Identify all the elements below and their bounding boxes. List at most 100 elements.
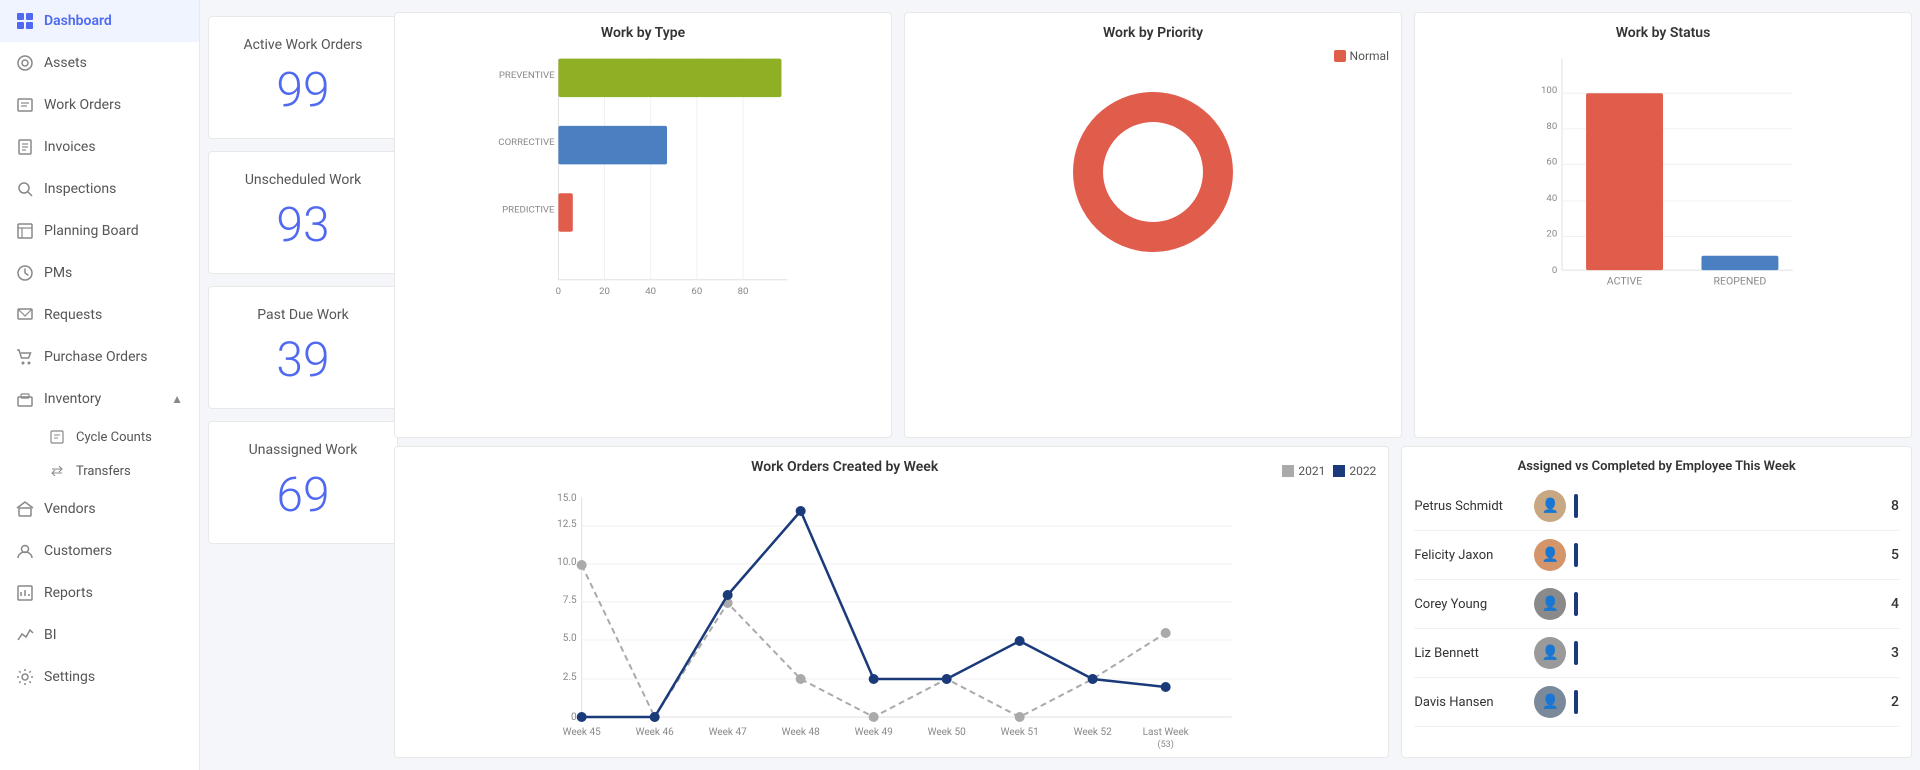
sidebar-item-transfers[interactable]: Transfers <box>32 454 199 488</box>
work-by-type-svg: PREVENTIVE CORRECTIVE PREDICTIVE 0 20 40… <box>407 49 879 299</box>
stat-card-unassigned[interactable]: Unassigned Work 69 <box>208 421 398 544</box>
chart-title-work-by-priority: Work by Priority <box>917 25 1389 41</box>
sidebar-label-invoices: Invoices <box>44 139 96 155</box>
chart-employee-assigned: Assigned vs Completed by Employee This W… <box>1401 446 1912 758</box>
stat-label-unscheduled: Unscheduled Work <box>229 172 377 188</box>
svg-text:PREDICTIVE: PREDICTIVE <box>502 204 555 215</box>
svg-text:60: 60 <box>691 286 702 297</box>
sidebar-item-dashboard[interactable]: Dashboard <box>0 0 199 42</box>
employee-avatar: 👤 <box>1534 539 1566 571</box>
stat-label-active: Active Work Orders <box>229 37 377 53</box>
svg-text:Week 46: Week 46 <box>636 727 674 738</box>
employee-count: 3 <box>1879 645 1899 661</box>
svg-text:100: 100 <box>1541 85 1557 96</box>
dot-2021-6 <box>1015 712 1025 722</box>
requests-icon <box>16 306 34 324</box>
vendors-icon <box>16 500 34 518</box>
sidebar-label-work-orders: Work Orders <box>44 97 121 113</box>
invoices-icon <box>16 138 34 156</box>
svg-text:Week 50: Week 50 <box>928 727 966 738</box>
sidebar-item-vendors[interactable]: Vendors <box>0 488 199 530</box>
svg-text:7.5: 7.5 <box>563 595 577 606</box>
inventory-icon <box>16 390 34 408</box>
sidebar-item-cycle-counts[interactable]: Cycle Counts <box>32 420 199 454</box>
employee-count: 5 <box>1879 547 1899 563</box>
svg-text:REOPENED: REOPENED <box>1713 275 1766 288</box>
svg-text:Week 45: Week 45 <box>563 727 601 738</box>
svg-text:40: 40 <box>645 286 656 297</box>
assets-icon <box>16 54 34 72</box>
sidebar-item-assets[interactable]: Assets <box>0 42 199 84</box>
employee-row: Corey Young 👤 4 <box>1414 580 1899 629</box>
stat-label-past-due: Past Due Work <box>229 307 377 323</box>
stat-value-active: 99 <box>229 61 377 118</box>
svg-text:Week 49: Week 49 <box>855 727 893 738</box>
dot-2022-6 <box>1015 636 1025 646</box>
dot-2022-8 <box>1161 682 1171 692</box>
sidebar-label-settings: Settings <box>44 669 95 685</box>
employee-row: Felicity Jaxon 👤 5 <box>1414 531 1899 580</box>
sidebar-label-dashboard: Dashboard <box>44 13 112 29</box>
employee-avatar: 👤 <box>1534 686 1566 718</box>
donut-chart-svg <box>1053 72 1253 272</box>
svg-text:PREVENTIVE: PREVENTIVE <box>499 70 555 81</box>
legend-2022-label: 2022 <box>1349 464 1376 478</box>
main-content: Active Work Orders 99 Unscheduled Work 9… <box>200 0 1920 770</box>
inventory-submenu: Cycle Counts Transfers <box>0 420 199 488</box>
stat-card-active-work-orders[interactable]: Active Work Orders 99 <box>208 16 398 139</box>
legend-2021: 2021 <box>1282 464 1325 478</box>
dot-2022-1 <box>650 712 660 722</box>
sidebar-item-customers[interactable]: Customers <box>0 530 199 572</box>
svg-text:Week 52: Week 52 <box>1074 727 1112 738</box>
inventory-collapse-icon: ▲ <box>171 392 183 406</box>
priority-legend-normal-label: Normal <box>1350 49 1389 63</box>
employee-list: Petrus Schmidt 👤 8 Felicity Jaxon 👤 5 Co… <box>1414 482 1899 727</box>
sidebar-item-work-orders[interactable]: Work Orders <box>0 84 199 126</box>
svg-text:ACTIVE: ACTIVE <box>1607 275 1642 288</box>
svg-text:5.0: 5.0 <box>563 633 577 644</box>
svg-text:80: 80 <box>1546 121 1557 132</box>
sidebar-label-inventory: Inventory <box>44 391 101 407</box>
employee-row: Liz Bennett 👤 3 <box>1414 629 1899 678</box>
employee-row: Petrus Schmidt 👤 8 <box>1414 482 1899 531</box>
sidebar-label-purchase-orders: Purchase Orders <box>44 349 147 365</box>
svg-text:12.5: 12.5 <box>557 519 577 530</box>
stat-card-unscheduled[interactable]: Unscheduled Work 93 <box>208 151 398 274</box>
svg-text:Week 51: Week 51 <box>1001 727 1039 738</box>
svg-text:15.0: 15.0 <box>557 493 577 504</box>
purchase-orders-icon <box>16 348 34 366</box>
svg-text:0: 0 <box>571 712 577 723</box>
sidebar-label-bi: BI <box>44 627 57 643</box>
svg-text:Last Week: Last Week <box>1143 727 1190 738</box>
employee-name: Davis Hansen <box>1414 695 1534 710</box>
sidebar-item-purchase-orders[interactable]: Purchase Orders <box>0 336 199 378</box>
sidebar-item-requests[interactable]: Requests <box>0 294 199 336</box>
svg-text:2.5: 2.5 <box>563 672 577 683</box>
dot-2021-4 <box>869 712 879 722</box>
inspections-icon <box>16 180 34 198</box>
svg-text:(53): (53) <box>1157 739 1173 750</box>
chart-title-work-by-status: Work by Status <box>1427 25 1899 41</box>
sidebar-label-pms: PMs <box>44 265 72 281</box>
svg-text:80: 80 <box>738 286 749 297</box>
transfers-icon <box>48 462 66 480</box>
sidebar-item-inventory[interactable]: Inventory ▲ <box>0 378 199 420</box>
dot-2022-2 <box>723 590 733 600</box>
sidebar-item-settings[interactable]: Settings <box>0 656 199 698</box>
work-orders-icon <box>16 96 34 114</box>
sidebar-item-planning-board[interactable]: Planning Board <box>0 210 199 252</box>
sidebar: Dashboard Assets Work Orders Invoices In… <box>0 0 200 770</box>
svg-text:60: 60 <box>1546 156 1557 167</box>
legend-2021-label: 2021 <box>1298 464 1325 478</box>
sidebar-label-inspections: Inspections <box>44 181 116 197</box>
stat-value-unassigned: 69 <box>229 466 377 523</box>
sidebar-item-invoices[interactable]: Invoices <box>0 126 199 168</box>
employee-name: Felicity Jaxon <box>1414 548 1534 563</box>
dot-2022-3 <box>796 506 806 516</box>
sidebar-item-bi[interactable]: BI <box>0 614 199 656</box>
stat-card-past-due[interactable]: Past Due Work 39 <box>208 286 398 409</box>
line-chart-svg: 0 2.5 5.0 7.5 10.0 12.5 15.0 <box>407 487 1376 757</box>
sidebar-item-inspections[interactable]: Inspections <box>0 168 199 210</box>
sidebar-item-pms[interactable]: PMs <box>0 252 199 294</box>
sidebar-item-reports[interactable]: Reports <box>0 572 199 614</box>
